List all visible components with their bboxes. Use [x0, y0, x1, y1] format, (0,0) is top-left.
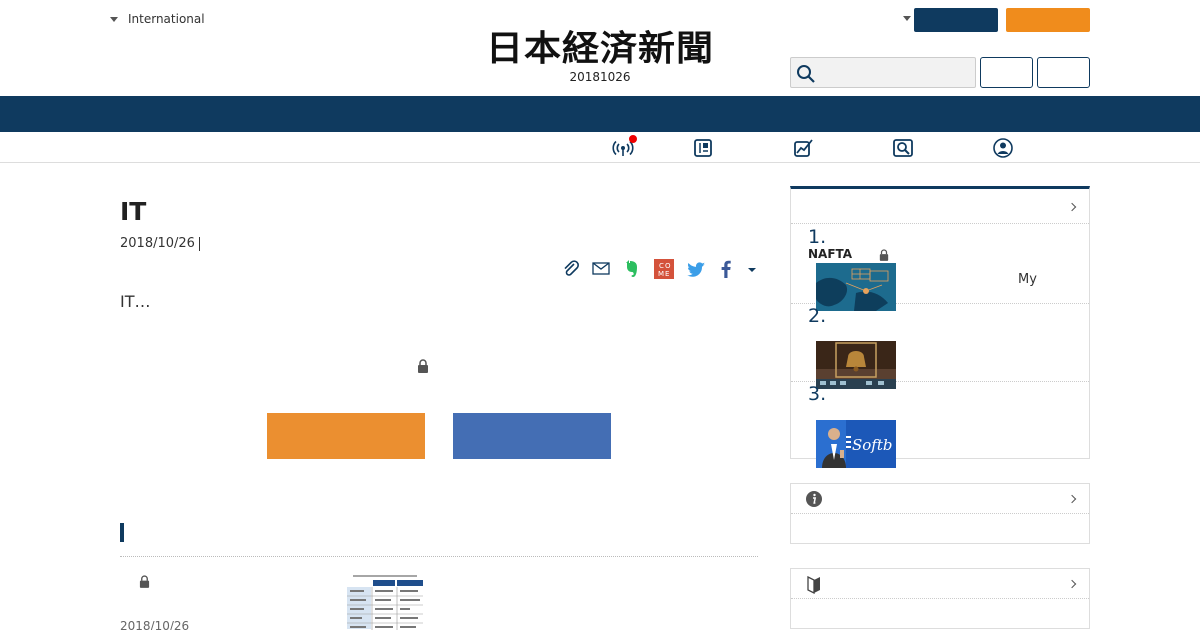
article-lead: IT…	[120, 292, 151, 311]
notification-dot	[629, 135, 637, 143]
ranking-thumbnail-3: Softb	[816, 420, 896, 468]
related-section-marker	[120, 523, 124, 542]
paper-edition-icon[interactable]	[692, 137, 714, 159]
ranking-panel: 1. NAFTA 2. 3. Softb	[790, 186, 1090, 468]
date-separator	[198, 236, 200, 251]
subscribe-button[interactable]	[1006, 8, 1090, 32]
sub-nav: My	[0, 132, 1200, 287]
thumbnail-logo-text: Softb	[852, 436, 893, 454]
logo-text: 日本経済新聞	[486, 27, 714, 69]
related-article-thumbnail[interactable]	[345, 572, 425, 630]
related-lock-icon	[139, 575, 150, 588]
caret-down-icon	[110, 16, 118, 22]
twitter-icon[interactable]	[685, 258, 707, 280]
login-button[interactable]	[914, 8, 998, 32]
rank-number: 3.	[808, 383, 827, 405]
mail-icon[interactable]	[590, 258, 612, 280]
related-article-date: 2018/10/26	[120, 619, 190, 630]
chevron-right-icon	[1067, 579, 1077, 589]
ranking-item-1[interactable]: 1. NAFTA	[791, 225, 1089, 311]
account-menu-caret-icon[interactable]	[903, 16, 911, 21]
clip-icon[interactable]	[560, 258, 582, 280]
market-chart-icon[interactable]	[792, 137, 814, 159]
beginner-mark-icon	[807, 575, 820, 594]
evernote-icon[interactable]	[621, 258, 643, 280]
search-input[interactable]	[821, 62, 971, 84]
site-header: International 日本経済新聞 20181026	[0, 0, 1200, 96]
article-date: 2018/10/26	[120, 236, 200, 251]
search-magnifier-icon[interactable]	[892, 137, 914, 159]
svg-text:C: C	[659, 262, 664, 270]
ranking-item-3[interactable]: 3. Softb	[791, 382, 1089, 468]
site-logo[interactable]: 日本経済新聞 20181026	[450, 26, 750, 84]
rank-number: 2.	[808, 305, 827, 327]
subscribe-cta-button[interactable]	[267, 413, 425, 459]
svg-text:O: O	[665, 262, 671, 270]
global-nav-bar[interactable]	[0, 96, 1200, 132]
info-panel	[790, 483, 1090, 544]
beginner-panel-header[interactable]	[791, 569, 1089, 599]
edition-selector[interactable]: International	[110, 12, 205, 26]
header-outline-button-2[interactable]	[1037, 57, 1090, 88]
edition-label: International	[128, 12, 205, 26]
article-date-text: 2018/10/26	[120, 236, 195, 251]
ranking-item-2[interactable]: 2.	[791, 304, 1089, 389]
beginner-panel	[790, 568, 1090, 629]
chevron-right-icon	[1067, 494, 1077, 504]
facebook-icon[interactable]	[715, 258, 737, 280]
info-icon	[806, 491, 822, 507]
ranking-lock-icon	[879, 249, 889, 261]
rank-number: 1.	[808, 226, 827, 248]
lock-icon	[418, 359, 428, 373]
login-cta-button[interactable]	[453, 413, 611, 459]
table-thumbnail-image	[345, 572, 425, 630]
issue-date: 20181026	[569, 70, 631, 84]
share-more-icon[interactable]	[741, 258, 763, 280]
user-circle-icon[interactable]	[992, 137, 1014, 159]
ranking-header[interactable]	[791, 189, 1089, 224]
svg-text:E: E	[665, 270, 669, 278]
section-divider	[120, 556, 758, 557]
rank-title: NAFTA	[808, 247, 853, 261]
info-panel-header[interactable]	[791, 484, 1089, 514]
header-outline-button-1[interactable]	[980, 57, 1033, 88]
svg-text:M: M	[658, 270, 664, 278]
article-title: IT	[120, 197, 147, 226]
press-conference-image: Softb	[816, 420, 896, 468]
search-icon[interactable]	[796, 64, 816, 84]
chevron-right-icon	[1067, 202, 1077, 212]
comemo-icon[interactable]: C O M E	[653, 258, 675, 280]
search-box	[790, 57, 976, 88]
